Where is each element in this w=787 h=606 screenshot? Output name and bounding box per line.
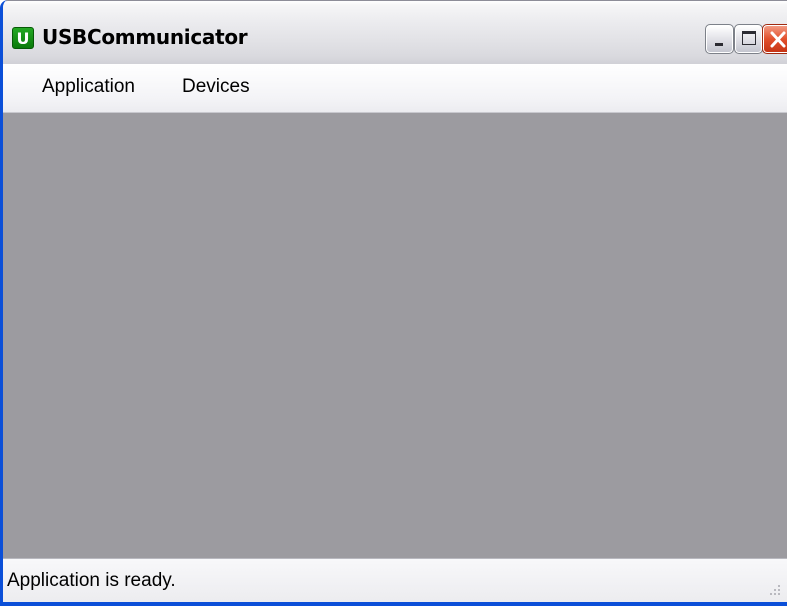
maximize-button[interactable]: [734, 24, 763, 54]
status-text: Application is ready.: [7, 570, 176, 591]
menu-item-application[interactable]: Application: [42, 76, 135, 98]
maximize-icon: [742, 31, 756, 45]
resize-grip-icon[interactable]: [766, 581, 782, 597]
title-bar[interactable]: U USBCommunicator: [3, 0, 787, 64]
minimize-button[interactable]: [705, 24, 734, 54]
app-icon[interactable]: U: [12, 27, 34, 49]
menu-bar: Application Devices: [3, 64, 787, 113]
status-bar: Application is ready.: [3, 558, 787, 602]
close-button[interactable]: [762, 24, 787, 54]
minimize-icon: [715, 43, 723, 46]
close-icon: [770, 31, 786, 48]
mdi-client-area[interactable]: [3, 113, 787, 558]
app-window: U USBCommunicator Application Devices Ap…: [0, 0, 787, 606]
menu-item-devices[interactable]: Devices: [182, 76, 250, 98]
window-title: USBCommunicator: [42, 25, 248, 49]
